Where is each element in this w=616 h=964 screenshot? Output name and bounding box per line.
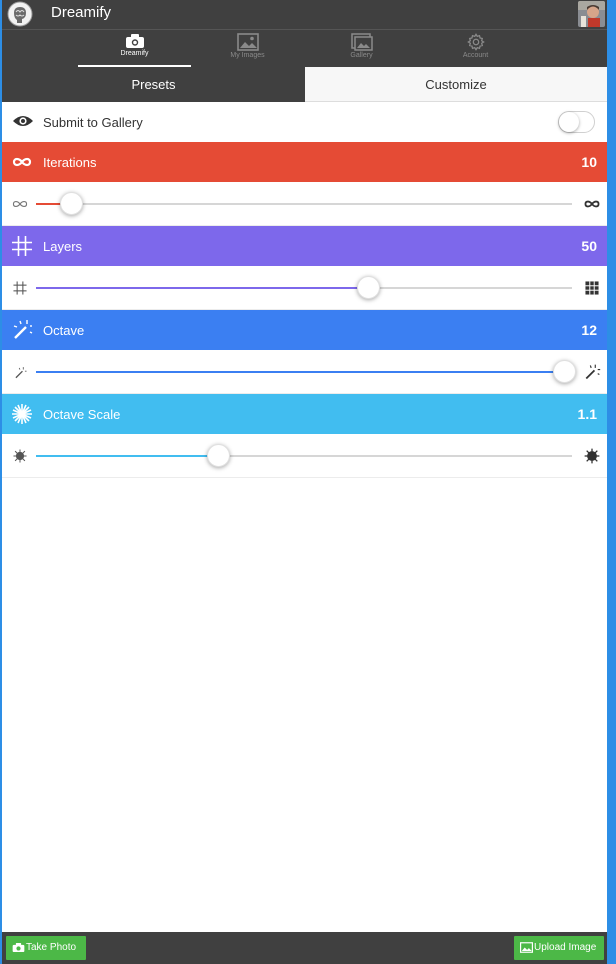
upload-image-button[interactable]: Upload Image — [514, 936, 604, 960]
slider-thumb[interactable] — [207, 444, 231, 467]
layers-label: Layers — [43, 239, 83, 254]
app-window: Dreamify Dreamify My Images Gallery Acco… — [2, 0, 607, 964]
submit-to-gallery-label: Submit to Gallery — [43, 115, 143, 130]
tab-label: Gallery — [350, 52, 373, 59]
presets-button[interactable]: Presets — [2, 67, 305, 102]
customize-button[interactable]: Customize — [305, 67, 607, 102]
gear-icon — [466, 33, 485, 51]
infinity-large-icon — [584, 200, 600, 208]
image-icon — [236, 33, 259, 51]
tab-dreamify[interactable]: Dreamify — [78, 30, 191, 68]
submit-to-gallery-toggle[interactable] — [558, 111, 595, 133]
grid-small-icon — [13, 281, 27, 295]
octave-value: 12 — [581, 322, 597, 338]
octave-scale-value: 1.1 — [577, 406, 597, 422]
iterations-label: Iterations — [43, 155, 97, 170]
octave-slider[interactable] — [36, 360, 576, 383]
octave-scale-slider[interactable] — [36, 444, 572, 467]
gallery-icon — [350, 33, 373, 51]
magic-wand-icon — [13, 320, 33, 339]
infinity-icon — [12, 157, 32, 167]
slider-thumb[interactable] — [59, 192, 83, 215]
grid-large-icon — [585, 281, 599, 295]
layers-slider[interactable] — [36, 276, 572, 299]
slider-fill — [36, 371, 564, 373]
octave-slider-row — [2, 350, 607, 394]
user-avatar[interactable] — [578, 1, 605, 27]
iterations-slider[interactable] — [36, 192, 572, 215]
presets-customize-toggle: Presets Customize — [2, 67, 607, 102]
grid-icon — [12, 236, 32, 256]
tab-label: My Images — [230, 52, 265, 59]
tab-label: Account — [462, 52, 489, 59]
iterations-value: 10 — [581, 154, 597, 170]
app-title: Dreamify — [51, 4, 112, 21]
slider-fill — [36, 455, 219, 457]
bottom-toolbar: Take Photo Upload Image — [2, 932, 607, 964]
layers-header: Layers 50 — [2, 226, 607, 266]
snowflake-icon — [12, 404, 32, 424]
layers-value: 50 — [581, 238, 597, 254]
iterations-slider-row — [2, 182, 607, 226]
snowflake-large-icon — [584, 448, 600, 464]
octave-scale-header: Octave Scale 1.1 — [2, 394, 607, 434]
tab-my-images[interactable]: My Images — [191, 30, 304, 68]
layers-slider-row — [2, 266, 607, 310]
top-bar: Dreamify — [2, 0, 607, 29]
slider-fill — [36, 287, 369, 289]
submit-to-gallery-row: Submit to Gallery — [2, 102, 607, 142]
tab-label: Dreamify — [120, 50, 149, 57]
snowflake-small-icon — [13, 449, 27, 463]
take-photo-button[interactable]: Take Photo — [6, 936, 86, 960]
iterations-header: Iterations 10 — [2, 142, 607, 182]
tab-account[interactable]: Account — [419, 30, 532, 68]
magic-wand-large-icon — [585, 364, 601, 380]
octave-scale-label: Octave Scale — [43, 407, 121, 422]
nav-tabs: Dreamify My Images Gallery Account — [2, 29, 607, 68]
magic-wand-small-icon — [15, 367, 27, 379]
window-frame-right — [607, 0, 616, 964]
octave-scale-slider-row — [2, 434, 607, 478]
infinity-small-icon — [12, 200, 28, 208]
take-photo-label: Take Photo — [26, 942, 77, 953]
slider-thumb[interactable] — [357, 276, 381, 299]
image-icon — [520, 942, 533, 953]
eye-icon — [13, 116, 33, 126]
octave-label: Octave — [43, 323, 85, 338]
toggle-knob — [559, 112, 579, 132]
camera-icon — [125, 34, 144, 48]
camera-icon — [12, 942, 25, 953]
slider-thumb[interactable] — [552, 360, 576, 383]
tab-gallery[interactable]: Gallery — [305, 30, 418, 68]
octave-header: Octave 12 — [2, 310, 607, 350]
brain-logo-icon[interactable] — [6, 1, 34, 27]
upload-image-label: Upload Image — [534, 942, 597, 953]
